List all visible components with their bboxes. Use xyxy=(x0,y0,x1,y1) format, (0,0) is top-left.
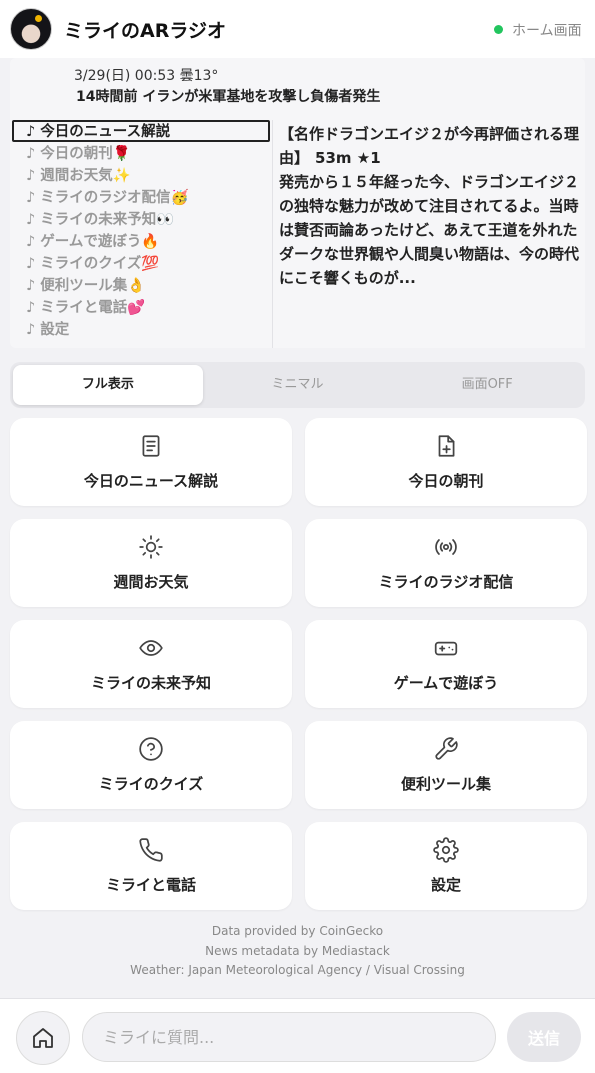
feature-tile-button[interactable]: 今日の朝刊 xyxy=(305,418,587,506)
display-mode-option[interactable]: 画面OFF xyxy=(392,365,582,405)
home-button[interactable] xyxy=(16,1011,70,1065)
feature-tile-button[interactable]: 設定 xyxy=(305,822,587,910)
credits: Data provided by CoinGecko News metadata… xyxy=(0,922,595,981)
feature-tile-label: ゲームで遊ぼう xyxy=(393,674,499,692)
datetime-weather: 3/29(日) 00:53 曇13° xyxy=(74,68,219,84)
display-menu-item[interactable]: ♪ ミライのクイズ💯 xyxy=(12,252,270,274)
phone-icon xyxy=(139,838,163,862)
app-title: ミライのARラジオ xyxy=(64,20,226,42)
feature-tile-label: 今日のニュース解説 xyxy=(83,472,219,490)
display-menu-item[interactable]: ♪ 設定 xyxy=(12,318,270,340)
feature-tile-label: 設定 xyxy=(430,876,461,894)
feature-tile-label: ミライのラジオ配信 xyxy=(378,573,514,591)
feature-tile-label: ミライと電話 xyxy=(105,876,196,894)
feature-tile-button[interactable]: ミライのラジオ配信 xyxy=(305,519,587,607)
broadcast-icon xyxy=(435,539,457,555)
credit-line: Weather: Japan Meteorological Agency / V… xyxy=(130,963,465,977)
avatar xyxy=(10,8,52,50)
feature-tile-button[interactable]: 今日のニュース解説 xyxy=(10,418,292,506)
news-ticker-headline: 14時間前 イランが米軍基地を攻撃し負傷者発生 xyxy=(76,89,381,105)
gear-icon xyxy=(433,837,459,863)
status-dot-icon xyxy=(494,25,503,34)
send-button[interactable]: 送信 xyxy=(507,1012,581,1062)
eye-icon xyxy=(139,640,163,656)
chat-bar: 送信 xyxy=(0,998,595,1073)
article-preview: 【名作ドラゴンエイジ２が今再評価される理由】 53m ★1 発売から１５年経った今… xyxy=(272,120,585,348)
feature-tile-button[interactable]: ミライのクイズ xyxy=(10,721,292,809)
feature-grid: 今日のニュース解説 今日の朝刊週間お天気 ミライのラジオ配信ミライの未来予知 ゲームで… xyxy=(10,418,587,910)
ar-display-panel: 3/29(日) 00:53 曇13° 14時間前 イランが米軍基地を攻撃し負傷者… xyxy=(10,58,585,348)
home-icon xyxy=(33,1028,53,1048)
feature-tile-button[interactable]: ゲームで遊ぼう xyxy=(305,620,587,708)
sun-icon xyxy=(139,535,163,559)
display-mode-option[interactable]: ミニマル xyxy=(203,365,393,405)
display-mode-option[interactable]: フル表示 xyxy=(13,365,203,405)
document-icon xyxy=(142,435,160,457)
feature-tile-label: 便利ツール集 xyxy=(400,775,491,793)
feature-tile-button[interactable]: 便利ツール集 xyxy=(305,721,587,809)
display-menu-item[interactable]: ♪ ゲームで遊ぼう🔥 xyxy=(12,230,270,252)
display-menu-item[interactable]: ♪ ミライと電話💕 xyxy=(12,296,270,318)
gamepad-icon xyxy=(434,641,458,656)
display-menu-item[interactable]: ♪ 今日の朝刊🌹 xyxy=(12,142,270,164)
file-plus-icon xyxy=(438,435,455,457)
feature-tile-label: 週間お天気 xyxy=(113,573,189,591)
feature-tile-label: 今日の朝刊 xyxy=(408,472,484,490)
wrench-icon xyxy=(435,737,458,760)
display-menu-item[interactable]: ♪ 週間お天気✨ xyxy=(12,164,270,186)
display-menu: ♪ 今日のニュース解説 ♪ 今日の朝刊🌹 ♪ 週間お天気✨ ♪ ミライのラジオ配信🥳 ♪… xyxy=(10,120,270,340)
status-label: ホーム画面 xyxy=(512,23,582,39)
display-mode-selector: フル表示 ミニマル 画面OFF xyxy=(10,362,585,408)
display-menu-item[interactable]: ♪ 今日のニュース解説 xyxy=(12,120,270,142)
chat-input[interactable] xyxy=(82,1012,496,1062)
app-header: ミライのARラジオ ホーム画面 xyxy=(0,0,595,58)
feature-tile-label: ミライのクイズ xyxy=(98,775,204,793)
display-menu-item[interactable]: ♪ ミライのラジオ配信🥳 xyxy=(12,186,270,208)
article-title: 【名作ドラゴンエイジ２が今再評価される理由】 53m ★1 xyxy=(279,122,581,170)
feature-tile-button[interactable]: 週間お天気 xyxy=(10,519,292,607)
credit-line: Data provided by CoinGecko xyxy=(211,924,384,938)
display-menu-item[interactable]: ♪ ミライの未来予知👀 xyxy=(12,208,270,230)
article-meta: 53m ★1 xyxy=(315,149,381,167)
feature-tile-button[interactable]: ミライと電話 xyxy=(10,822,292,910)
feature-tile-label: ミライの未来予知 xyxy=(90,674,211,692)
display-menu-item[interactable]: ♪ 便利ツール集👌 xyxy=(12,274,270,296)
credit-line: News metadata by Mediastack xyxy=(205,943,390,958)
article-body: 発売から１５年経った今、ドラゴンエイジ２の独特な魅力が改めて注目されてるよ。当時… xyxy=(279,173,580,287)
question-icon xyxy=(139,737,163,761)
feature-tile-button[interactable]: ミライの未来予知 xyxy=(10,620,292,708)
